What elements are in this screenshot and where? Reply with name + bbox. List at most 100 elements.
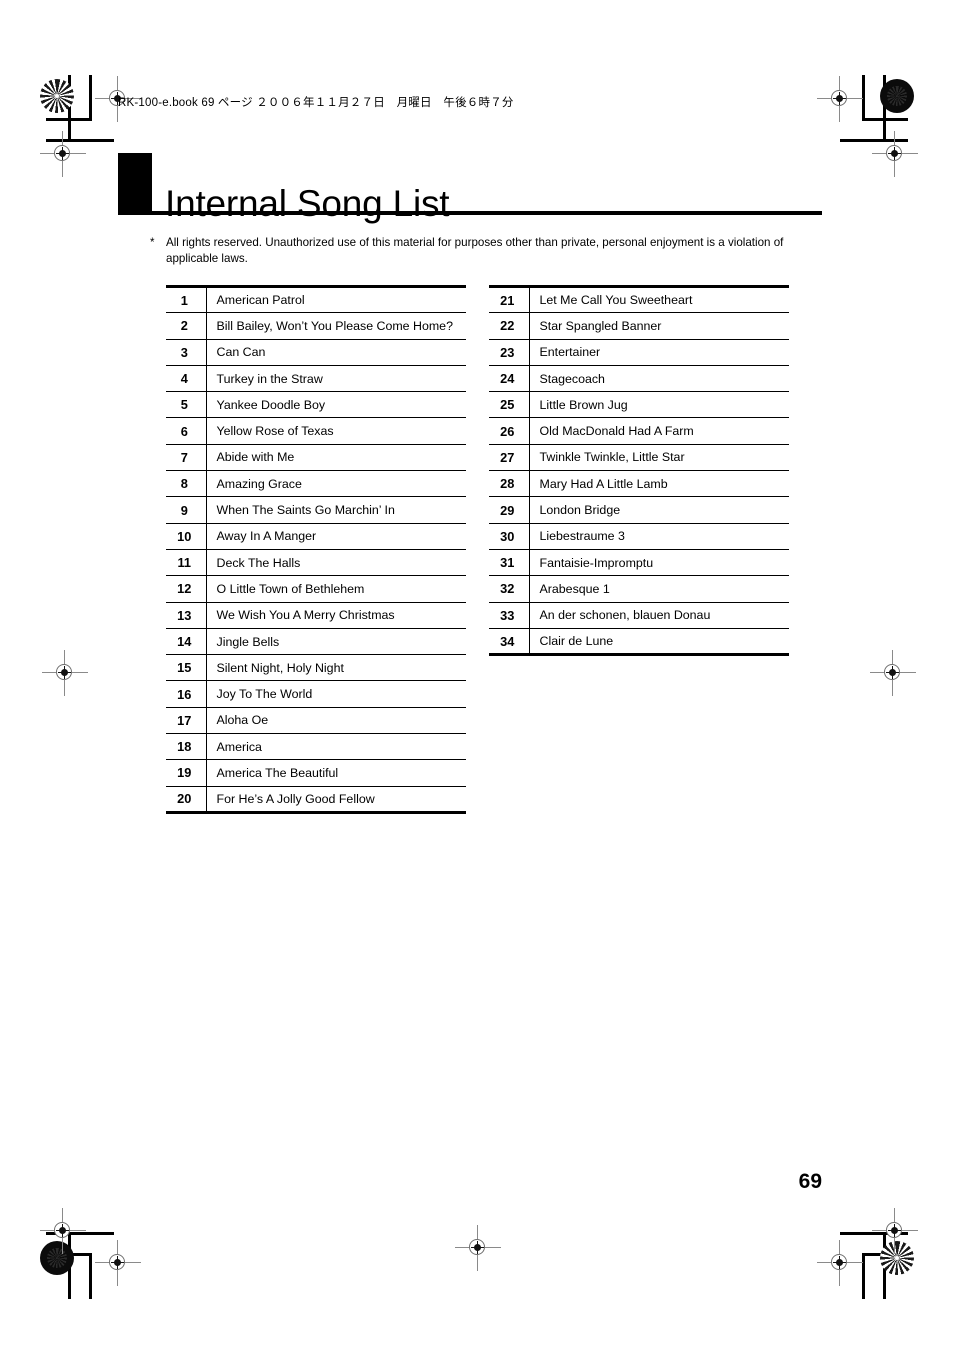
footnote-text: All rights reserved. Unauthorized use of…	[166, 236, 784, 265]
song-title: Stagecoach	[529, 365, 789, 393]
table-row: 8 Amazing Grace	[166, 470, 466, 498]
table-row: 14 Jingle Bells	[166, 628, 466, 656]
song-title: Let Me Call You Sweetheart	[529, 284, 789, 314]
song-number: 24	[489, 365, 530, 393]
table-row: 26 Old MacDonald Had A Farm	[489, 417, 789, 445]
song-number: 3	[166, 339, 207, 366]
song-list-body-left: 1 American Patrol 2 Bill Bailey, Won’t You …	[166, 284, 466, 814]
document-page: RK-100-e.book 69 ページ ２００６年１１月２７日 月曜日 午後６…	[0, 0, 954, 1351]
registration-target-top-left	[40, 79, 74, 113]
song-number: 4	[166, 365, 207, 393]
registration-cross-mid-right	[870, 650, 916, 696]
table-row: 5 Yankee Doodle Boy	[166, 391, 466, 419]
song-number: 28	[489, 470, 530, 498]
table-row: 19 America The Beautiful	[166, 759, 466, 787]
table-row: 34 Clair de Lune	[489, 628, 789, 657]
table-row: 17 Aloha Oe	[166, 707, 466, 735]
song-number: 11	[166, 549, 207, 577]
song-number: 9	[166, 496, 207, 524]
song-number: 12	[166, 575, 207, 603]
table-row: 13 We Wish You A Merry Christmas	[166, 602, 466, 629]
registration-cross-top-right-inner	[872, 131, 918, 177]
song-number: 1	[166, 284, 207, 314]
table-row: 2 Bill Bailey, Won’t You Please Come Home…	[166, 312, 466, 340]
song-title: Jingle Bells	[206, 628, 466, 656]
song-number: 34	[489, 628, 530, 657]
song-title: Bill Bailey, Won’t You Please Come Home?	[206, 312, 466, 340]
table-row: 7 Abide with Me	[166, 444, 466, 472]
song-number: 31	[489, 549, 530, 577]
song-title: Away In A Manger	[206, 523, 466, 550]
song-title: Can Can	[206, 339, 466, 366]
song-title: Silent Night, Holy Night	[206, 654, 466, 682]
song-number: 26	[489, 417, 530, 445]
song-number: 16	[166, 680, 207, 708]
page-number: 69	[798, 1170, 822, 1193]
song-number: 18	[166, 733, 207, 761]
table-row: 10 Away In A Manger	[166, 523, 466, 550]
song-title: Yankee Doodle Boy	[206, 391, 466, 419]
song-title: When The Saints Go Marchin’ In	[206, 496, 466, 524]
song-number: 20	[166, 786, 207, 814]
table-row: 33 An der schonen, blauen Donau	[489, 602, 789, 629]
registration-cross-bottom-right-outer	[817, 1240, 863, 1286]
table-row: 3 Can Can	[166, 339, 466, 366]
table-row: 30 Liebestraume 3	[489, 523, 789, 550]
table-row: 25 Little Brown Jug	[489, 391, 789, 419]
song-title: America	[206, 733, 466, 761]
song-title: Arabesque 1	[529, 575, 789, 603]
song-number: 2	[166, 312, 207, 340]
song-number: 33	[489, 602, 530, 629]
table-row: 21 Let Me Call You Sweetheart	[489, 284, 789, 314]
song-number: 6	[166, 417, 207, 445]
song-title: Mary Had A Little Lamb	[529, 470, 789, 498]
song-list-table-left: 1 American Patrol 2 Bill Bailey, Won’t You …	[166, 284, 466, 814]
registration-cross-top-left-inner	[40, 131, 86, 177]
song-number: 32	[489, 575, 530, 603]
song-title: Deck The Halls	[206, 549, 466, 577]
song-number: 21	[489, 284, 530, 314]
table-row: 23 Entertainer	[489, 339, 789, 366]
song-title: American Patrol	[206, 284, 466, 314]
title-accent-block	[118, 153, 152, 211]
table-row: 28 Mary Had A Little Lamb	[489, 470, 789, 498]
title-underline-rule	[118, 211, 822, 215]
song-number: 27	[489, 444, 530, 472]
registration-cross-mid-left	[42, 650, 88, 696]
song-title: Yellow Rose of Texas	[206, 417, 466, 445]
table-row: 27 Twinkle Twinkle, Little Star	[489, 444, 789, 472]
table-row: 16 Joy To The World	[166, 680, 466, 708]
table-row: 9 When The Saints Go Marchin’ In	[166, 496, 466, 524]
song-number: 7	[166, 444, 207, 472]
table-row: 20 For He’s A Jolly Good Fellow	[166, 786, 466, 814]
table-row: 22 Star Spangled Banner	[489, 312, 789, 340]
table-row: 18 America	[166, 733, 466, 761]
song-number: 10	[166, 523, 207, 550]
registration-cross-top-right-outer	[817, 76, 863, 122]
song-number: 22	[489, 312, 530, 340]
table-row: 12 O Little Town of Bethlehem	[166, 575, 466, 603]
song-title: America The Beautiful	[206, 759, 466, 787]
copyright-footnote: * All rights reserved. Unauthorized use …	[150, 235, 826, 267]
song-number: 15	[166, 654, 207, 682]
table-row: 15 Silent Night, Holy Night	[166, 654, 466, 682]
song-title: Star Spangled Banner	[529, 312, 789, 340]
song-title: For He’s A Jolly Good Fellow	[206, 786, 466, 814]
song-title: London Bridge	[529, 496, 789, 524]
song-title: We Wish You A Merry Christmas	[206, 602, 466, 629]
song-title: O Little Town of Bethlehem	[206, 575, 466, 603]
song-title: Clair de Lune	[529, 628, 789, 657]
page-title: Internal Song List	[165, 182, 450, 224]
table-row: 24 Stagecoach	[489, 365, 789, 393]
song-title: Entertainer	[529, 339, 789, 366]
song-title: Liebestraume 3	[529, 523, 789, 550]
song-number: 17	[166, 707, 207, 735]
song-title: An der schonen, blauen Donau	[529, 602, 789, 629]
song-title: Little Brown Jug	[529, 391, 789, 419]
table-row: 4 Turkey in the Straw	[166, 365, 466, 393]
song-list-table-right: 21 Let Me Call You Sweetheart 22 Star Spang…	[489, 284, 789, 657]
song-number: 19	[166, 759, 207, 787]
registration-target-top-right	[880, 79, 914, 113]
song-number: 29	[489, 496, 530, 524]
song-number: 14	[166, 628, 207, 656]
